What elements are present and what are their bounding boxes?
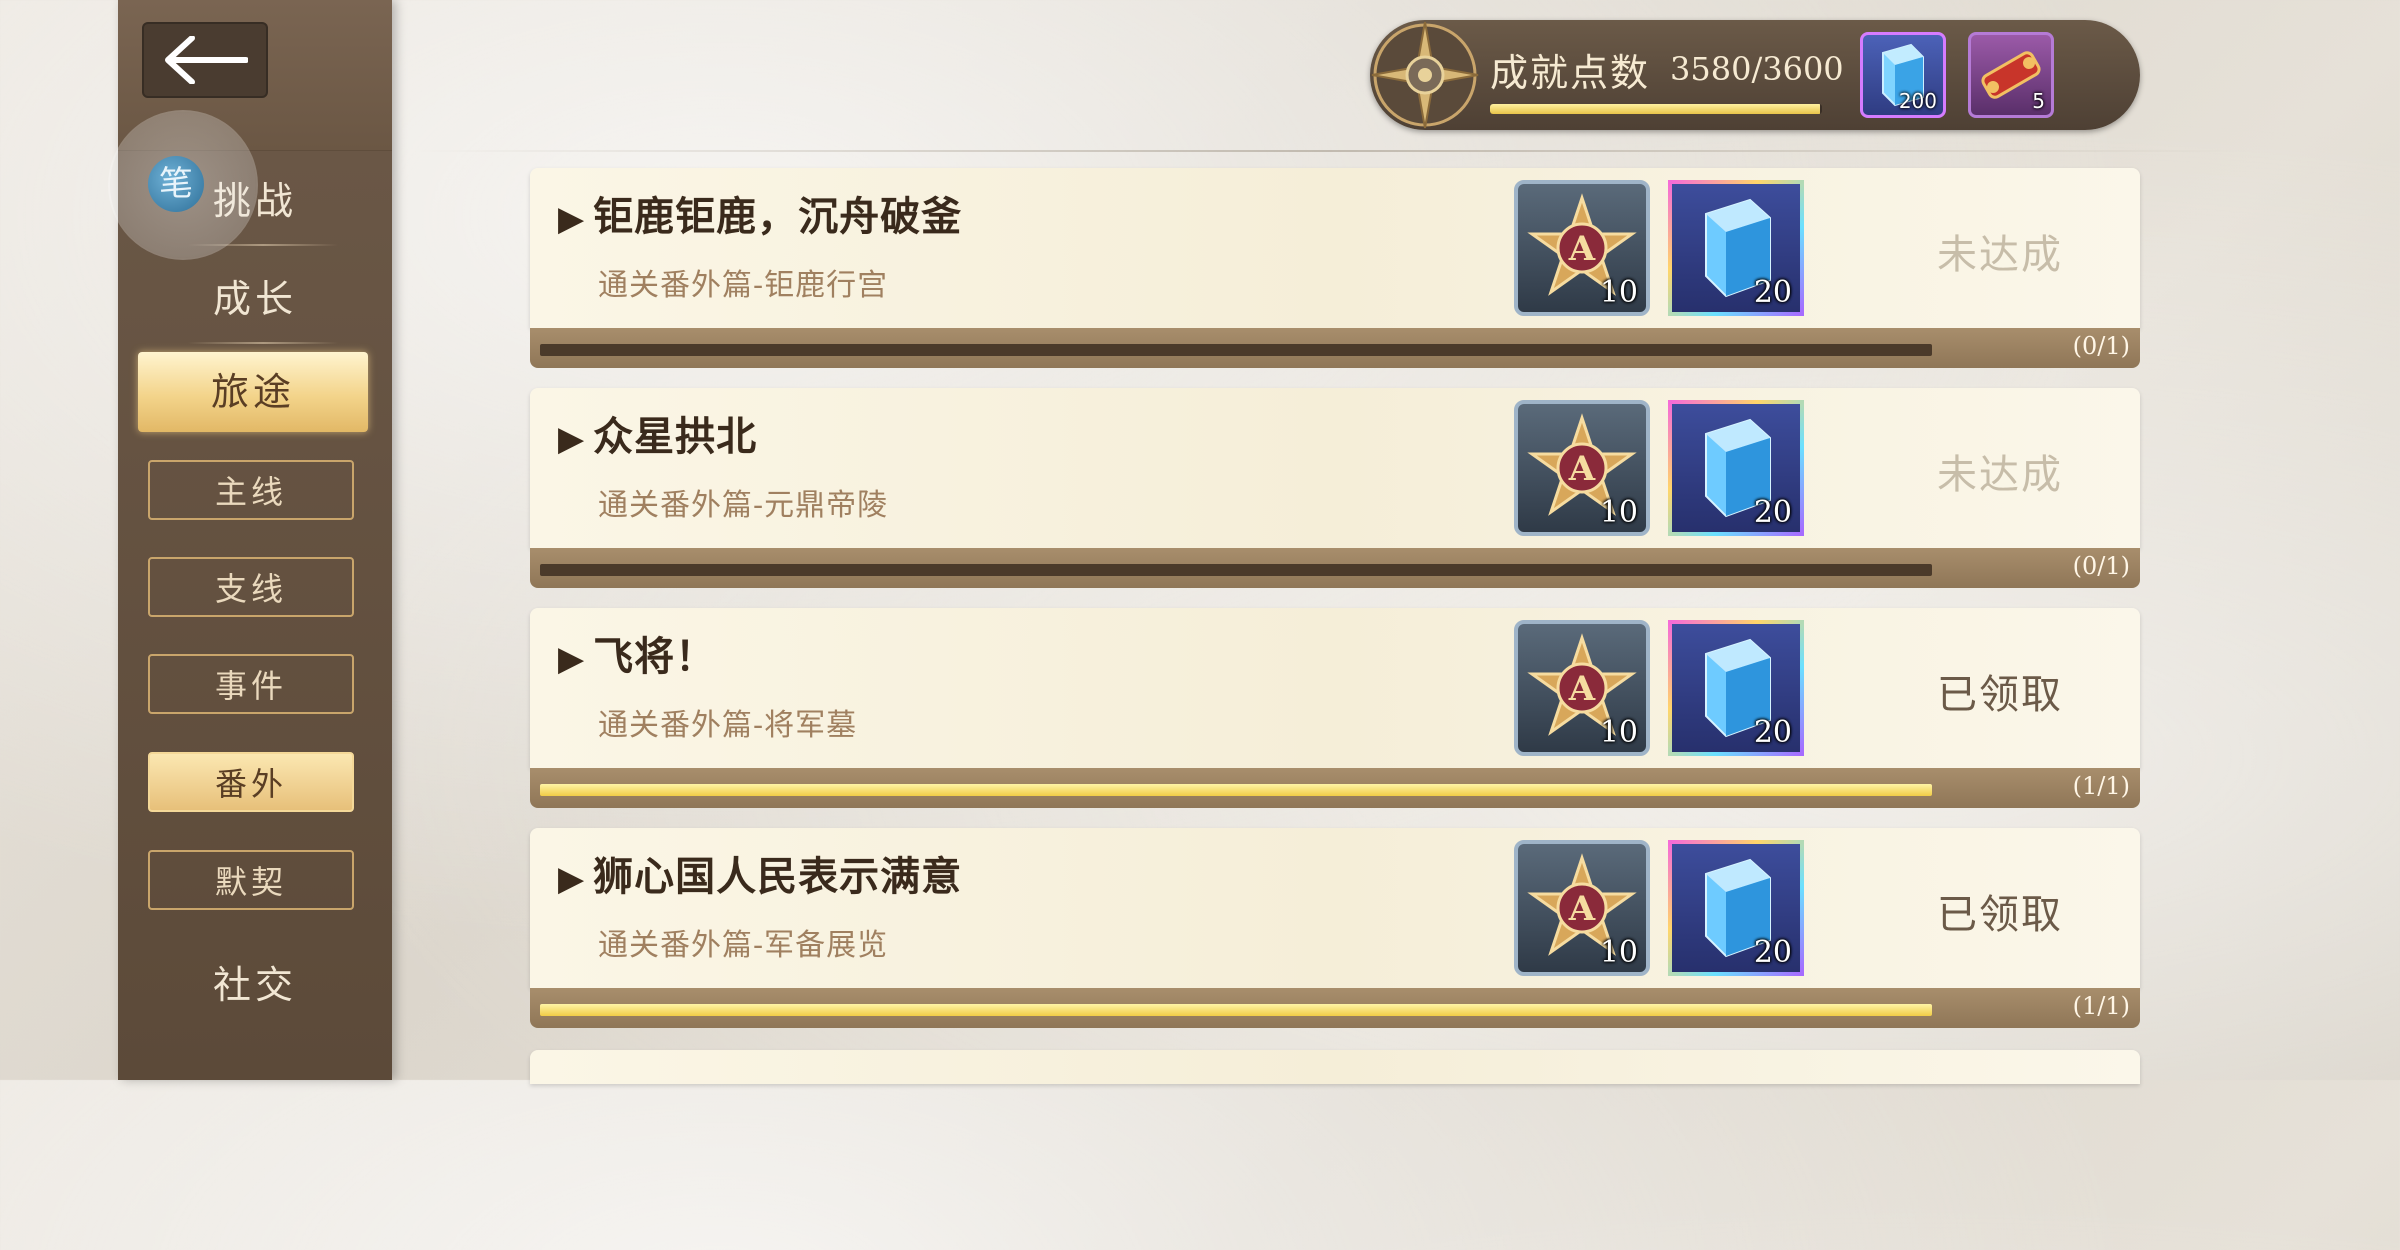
achievement-progress-bar xyxy=(540,784,1932,796)
divider xyxy=(188,342,338,344)
achievement-condition: 通关番外篇-军备展览 xyxy=(598,928,889,963)
achievement-progress-text: (0/1) xyxy=(2072,552,2130,580)
header-item-crystal[interactable]: 200 xyxy=(1860,32,1946,118)
header-divider xyxy=(410,150,2250,152)
subcategory-side[interactable]: 支线 xyxy=(148,557,354,617)
reward-count-crystal: 20 xyxy=(1753,275,1792,310)
achievement-condition: 通关番外篇-元鼎帝陵 xyxy=(598,488,889,523)
reward-blue-crystal[interactable]: 20 xyxy=(1668,840,1804,976)
compass-emblem-icon xyxy=(1371,21,1479,129)
achievement-progress-fill xyxy=(540,784,1932,796)
achievement-title[interactable]: ▶ 众星拱北 xyxy=(558,404,757,462)
achievement-progress-strip: (0/1) xyxy=(530,328,2140,368)
achievement-title[interactable]: ▶ 狮心国人民表示满意 xyxy=(558,844,962,902)
svg-text:A: A xyxy=(1568,669,1596,709)
svg-text:A: A xyxy=(1568,889,1596,929)
reward-blue-crystal[interactable]: 20 xyxy=(1668,400,1804,536)
arrow-left-icon xyxy=(165,36,248,84)
achievement-title[interactable]: ▶ 飞将！ xyxy=(558,624,716,682)
points-value: 3580/3600 xyxy=(1670,50,1844,88)
achievement-progress-strip: (1/1) xyxy=(530,988,2140,1028)
avatar: 笔 xyxy=(148,156,204,212)
achievement-row: ▶ 钜鹿钜鹿，沉舟破釜 通关番外篇-钜鹿行宫 A 10 20 未达成 (0/1) xyxy=(530,168,2140,368)
reward-blue-crystal[interactable]: 20 xyxy=(1668,180,1804,316)
expand-triangle-icon: ▶ xyxy=(558,859,586,899)
reward-count-star: 10 xyxy=(1599,935,1638,970)
achievement-title-text: 狮心国人民表示满意 xyxy=(593,853,963,900)
achievement-row-partial xyxy=(530,1050,2140,1250)
expand-triangle-icon: ▶ xyxy=(558,639,586,679)
achievement-title-text: 众星拱北 xyxy=(593,413,758,460)
achievement-progress-strip: (0/1) xyxy=(530,548,2140,588)
achievement-progress-strip: (1/1) xyxy=(530,768,2140,808)
expand-triangle-icon: ▶ xyxy=(558,419,586,459)
achievement-status: 已领取 xyxy=(1937,672,2063,718)
points-label: 成就点数 xyxy=(1490,51,1651,95)
reward-count-crystal: 20 xyxy=(1753,935,1792,970)
reward-count-crystal: 20 xyxy=(1753,715,1792,750)
achievement-row: ▶ 飞将！ 通关番外篇-将军墓 A 10 20 已领取 (1/1) xyxy=(530,608,2140,808)
svg-text:A: A xyxy=(1568,449,1596,489)
subcategory-extra[interactable]: 番外 xyxy=(148,752,354,812)
reward-count-star: 10 xyxy=(1599,495,1638,530)
achievement-progress-text: (1/1) xyxy=(2072,992,2130,1020)
category-social[interactable]: 社交 xyxy=(118,954,392,1009)
achievement-status: 未达成 xyxy=(1937,232,2063,278)
reward-star-a-badge[interactable]: A 10 xyxy=(1514,840,1650,976)
achievement-condition: 通关番外篇-将军墓 xyxy=(598,708,858,743)
expand-triangle-icon: ▶ xyxy=(558,199,586,239)
category-sidebar: 挑战 成长 旅途 主线 支线 事件 番外 默契 社交 笔 xyxy=(110,0,392,1080)
achievement-card: ▶ 飞将！ 通关番外篇-将军墓 A 10 20 已领取 xyxy=(530,608,2140,768)
reward-star-a-badge[interactable]: A 10 xyxy=(1514,400,1650,536)
achievement-progress-text: (1/1) xyxy=(2072,772,2130,800)
achievement-title-text: 飞将！ xyxy=(593,633,717,680)
reward-star-a-badge[interactable]: A 10 xyxy=(1514,620,1650,756)
subcategory-bond[interactable]: 默契 xyxy=(148,850,354,910)
reward-count-crystal: 20 xyxy=(1753,495,1792,530)
achievement-status: 已领取 xyxy=(1937,892,2063,938)
achievement-row: ▶ 狮心国人民表示满意 通关番外篇-军备展览 A 10 20 已领取 (1/1) xyxy=(530,828,2140,1028)
reward-star-a-badge[interactable]: A 10 xyxy=(1514,180,1650,316)
achievement-points-bar: 成就点数 3580/3600 200 5 xyxy=(1370,20,2140,130)
category-growth[interactable]: 成长 xyxy=(118,268,392,323)
points-progress-fill xyxy=(1490,104,1820,114)
achievement-progress-bar xyxy=(540,1004,1932,1016)
subcategory-event[interactable]: 事件 xyxy=(148,654,354,714)
reward-count-star: 10 xyxy=(1599,715,1638,750)
achievement-progress-bar xyxy=(540,564,1932,576)
svg-text:A: A xyxy=(1568,229,1596,269)
achievement-title-text: 钜鹿钜鹿，沉舟破釜 xyxy=(593,193,963,240)
reward-count-star: 10 xyxy=(1599,275,1638,310)
achievement-status: 未达成 xyxy=(1937,452,2063,498)
floating-assistant-button[interactable]: 笔 xyxy=(110,112,256,258)
reward-blue-crystal[interactable]: 20 xyxy=(1668,620,1804,756)
achievement-card: ▶ 狮心国人民表示满意 通关番外篇-军备展览 A 10 20 已领取 xyxy=(530,828,2140,988)
category-journey[interactable]: 旅途 xyxy=(138,352,368,432)
subcategory-main[interactable]: 主线 xyxy=(148,460,354,520)
achievement-card: ▶ 众星拱北 通关番外篇-元鼎帝陵 A 10 20 未达成 xyxy=(530,388,2140,548)
header-item-scroll[interactable]: 5 xyxy=(1968,32,2054,118)
achievement-title[interactable]: ▶ 钜鹿钜鹿，沉舟破釜 xyxy=(558,184,962,242)
achievement-progress-bar xyxy=(540,344,1932,356)
achievement-progress-fill xyxy=(540,1004,1932,1016)
back-button[interactable] xyxy=(142,22,268,98)
item-count: 5 xyxy=(2032,89,2045,113)
achievement-card xyxy=(530,1050,2140,1084)
achievement-row: ▶ 众星拱北 通关番外篇-元鼎帝陵 A 10 20 未达成 (0/1) xyxy=(530,388,2140,588)
achievement-card: ▶ 钜鹿钜鹿，沉舟破釜 通关番外篇-钜鹿行宫 A 10 20 未达成 xyxy=(530,168,2140,328)
points-progress-bar xyxy=(1490,104,1822,114)
item-count: 200 xyxy=(1898,89,1937,113)
achievement-condition: 通关番外篇-钜鹿行宫 xyxy=(598,268,889,303)
achievement-progress-text: (0/1) xyxy=(2072,332,2130,360)
